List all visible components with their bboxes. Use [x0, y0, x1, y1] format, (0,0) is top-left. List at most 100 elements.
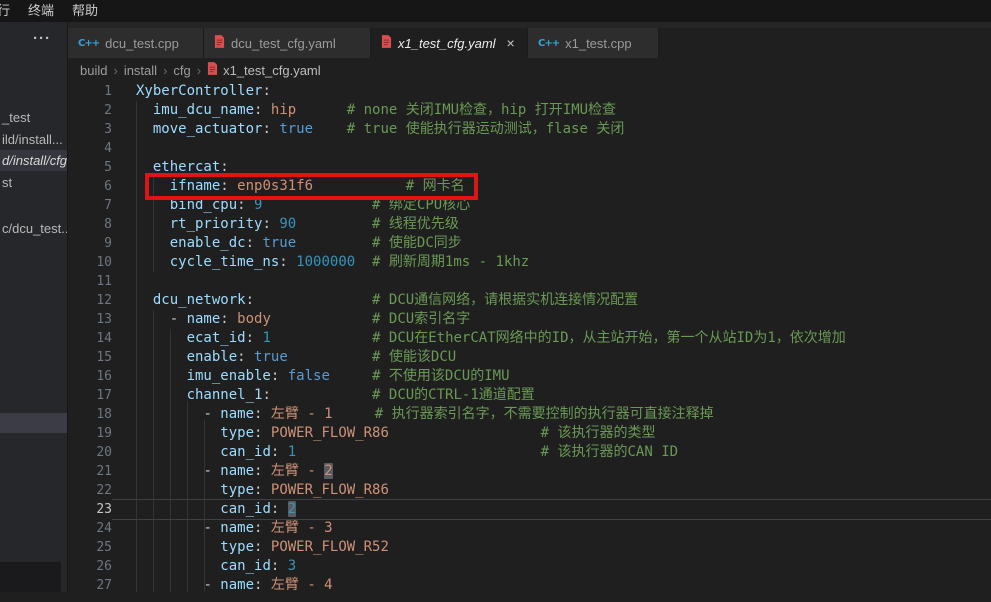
- menu-item[interactable]: 行: [0, 0, 19, 22]
- line-number[interactable]: 7: [68, 196, 112, 215]
- code-line-16[interactable]: 16 imu_enable: false # 不使用该DCU的IMU: [68, 367, 991, 386]
- code-token: name: [187, 311, 221, 327]
- code-line-12[interactable]: 12 dcu_network: # DCU通信网络，请根据实机连接情况配置: [68, 291, 991, 310]
- line-number[interactable]: 12: [68, 291, 112, 310]
- code-line-26[interactable]: 26 can_id: 3: [68, 557, 991, 576]
- code-token: imu_enable: [187, 368, 271, 384]
- chevron-right-icon: ›: [163, 63, 167, 78]
- code-line-20[interactable]: 20 can_id: 1 # 该执行器的CAN ID: [68, 443, 991, 462]
- code-token: # 刷新周期1ms - 1khz: [372, 254, 529, 270]
- code-line-17[interactable]: 17 channel_1: # DCU的CTRL-1通道配置: [68, 386, 991, 405]
- code-line-1[interactable]: 1XyberController:: [68, 82, 991, 101]
- code-line-13[interactable]: 13 - name: body # DCU索引名字: [68, 310, 991, 329]
- line-number[interactable]: 11: [68, 272, 112, 291]
- code-line-18[interactable]: 18 - name: 左臂 - 1 # 执行器索引名字，不需要控制的执行器可直接…: [68, 405, 991, 424]
- sidebar-item[interactable]: c/dcu_test...: [0, 218, 67, 239]
- line-number[interactable]: 16: [68, 367, 112, 386]
- close-icon[interactable]: ×: [507, 36, 515, 50]
- code-line-15[interactable]: 15 enable: true # 使能该DCU: [68, 348, 991, 367]
- code-token: 左臂 -: [271, 463, 324, 479]
- line-number[interactable]: 25: [68, 538, 112, 557]
- code-token: -: [203, 463, 220, 479]
- code-line-19[interactable]: 19 type: POWER_FLOW_R86 # 该执行器的类型: [68, 424, 991, 443]
- code-line-8[interactable]: 8 rt_priority: 90 # 线程优先级: [68, 215, 991, 234]
- tab-dcu_test.cpp[interactable]: C++dcu_test.cpp: [68, 28, 204, 58]
- line-number[interactable]: 27: [68, 576, 112, 595]
- sidebar-item[interactable]: _test: [0, 107, 67, 128]
- code-line-9[interactable]: 9 enable_dc: true # 使能DC同步: [68, 234, 991, 253]
- code-line-4[interactable]: 4: [68, 139, 991, 158]
- menu-item[interactable]: 终端: [19, 0, 63, 22]
- code-line-22[interactable]: 22 type: POWER_FLOW_R86: [68, 481, 991, 500]
- code-line-10[interactable]: 10 cycle_time_ns: 1000000 # 刷新周期1ms - 1k…: [68, 253, 991, 272]
- code-token: [279, 444, 287, 460]
- code-line-21[interactable]: 21 - name: 左臂 - 2: [68, 462, 991, 481]
- line-number[interactable]: 5: [68, 158, 112, 177]
- line-number[interactable]: 2: [68, 101, 112, 120]
- line-number[interactable]: 3: [68, 120, 112, 139]
- code-token: 1: [288, 444, 296, 460]
- line-number[interactable]: 22: [68, 481, 112, 500]
- code-token: [136, 387, 187, 403]
- code-token: 90: [279, 216, 296, 232]
- line-number[interactable]: 13: [68, 310, 112, 329]
- code-token: ecat_id: [187, 330, 246, 346]
- line-number[interactable]: 24: [68, 519, 112, 538]
- breadcrumb-segment[interactable]: install: [124, 63, 157, 78]
- line-number[interactable]: 18: [68, 405, 112, 424]
- sidebar: ··· _testild/install...d/install/cfgst c/…: [0, 22, 68, 592]
- line-number[interactable]: 8: [68, 215, 112, 234]
- more-actions-button[interactable]: ···: [33, 30, 51, 47]
- line-number[interactable]: 19: [68, 424, 112, 443]
- editor[interactable]: 1XyberController:2 imu_dcu_name: hip # n…: [68, 82, 991, 602]
- line-number[interactable]: 26: [68, 557, 112, 576]
- code-token: body: [237, 311, 271, 327]
- code-token: [279, 368, 287, 384]
- code-line-2[interactable]: 2 imu_dcu_name: hip # none 关闭IMU检查，hip 打…: [68, 101, 991, 120]
- line-number[interactable]: 1: [68, 82, 112, 101]
- code-line-3[interactable]: 3 move_actuator: true # true 使能执行器运动测试，f…: [68, 120, 991, 139]
- line-number[interactable]: 17: [68, 386, 112, 405]
- code-token: [262, 520, 270, 536]
- sidebar-item[interactable]: d/install/cfg: [0, 150, 67, 171]
- tab-x1_test_cfg.yaml[interactable]: x1_test_cfg.yaml×: [371, 28, 528, 58]
- sidebar-item[interactable]: st: [0, 172, 67, 193]
- code-line-23[interactable]: 23 can_id: 2: [68, 500, 991, 519]
- code-token: XyberController: [136, 83, 262, 99]
- code-text: can_id: 1 # 该执行器的CAN ID: [136, 443, 678, 462]
- code-token: # 该执行器的类型: [541, 425, 656, 441]
- code-text: - name: 左臂 - 3: [136, 519, 333, 538]
- tab-x1_test.cpp[interactable]: C++x1_test.cpp: [528, 28, 659, 58]
- line-number[interactable]: 14: [68, 329, 112, 348]
- code-text: enable: true # 使能该DCU: [136, 348, 456, 367]
- breadcrumb-segment[interactable]: build: [80, 63, 107, 78]
- line-number[interactable]: 15: [68, 348, 112, 367]
- tab-dcu_test_cfg.yaml[interactable]: dcu_test_cfg.yaml: [204, 28, 371, 58]
- line-number[interactable]: 20: [68, 443, 112, 462]
- code-token: [333, 406, 375, 422]
- code-line-24[interactable]: 24 - name: 左臂 - 3: [68, 519, 991, 538]
- code-line-11[interactable]: 11: [68, 272, 991, 291]
- line-number[interactable]: 4: [68, 139, 112, 158]
- code-token: [136, 425, 220, 441]
- line-number[interactable]: 23: [68, 500, 112, 519]
- sidebar-item[interactable]: ild/install...: [0, 129, 67, 150]
- code-token: # 线程优先级: [372, 216, 459, 232]
- code-text: imu_dcu_name: hip # none 关闭IMU检查，hip 打开I…: [136, 101, 616, 120]
- code-line-25[interactable]: 25 type: POWER_FLOW_R52: [68, 538, 991, 557]
- code-token: [136, 368, 187, 384]
- sidebar-selected-row[interactable]: [0, 413, 67, 433]
- code-token: name: [220, 577, 254, 593]
- sidebar-bottom-panel: [0, 562, 61, 592]
- breadcrumb-segment[interactable]: cfg: [173, 63, 190, 78]
- line-number[interactable]: 6: [68, 177, 112, 196]
- breadcrumb-file[interactable]: x1_test_cfg.yaml: [207, 62, 321, 78]
- menu-item[interactable]: 帮助: [63, 0, 107, 22]
- code-token: cycle_time_ns: [170, 254, 280, 270]
- code-line-27[interactable]: 27 - name: 左臂 - 4: [68, 576, 991, 595]
- line-number[interactable]: 9: [68, 234, 112, 253]
- code-token: [136, 444, 220, 460]
- code-line-14[interactable]: 14 ecat_id: 1 # DCU在EtherCAT网络中的ID，从主站开始…: [68, 329, 991, 348]
- line-number[interactable]: 21: [68, 462, 112, 481]
- line-number[interactable]: 10: [68, 253, 112, 272]
